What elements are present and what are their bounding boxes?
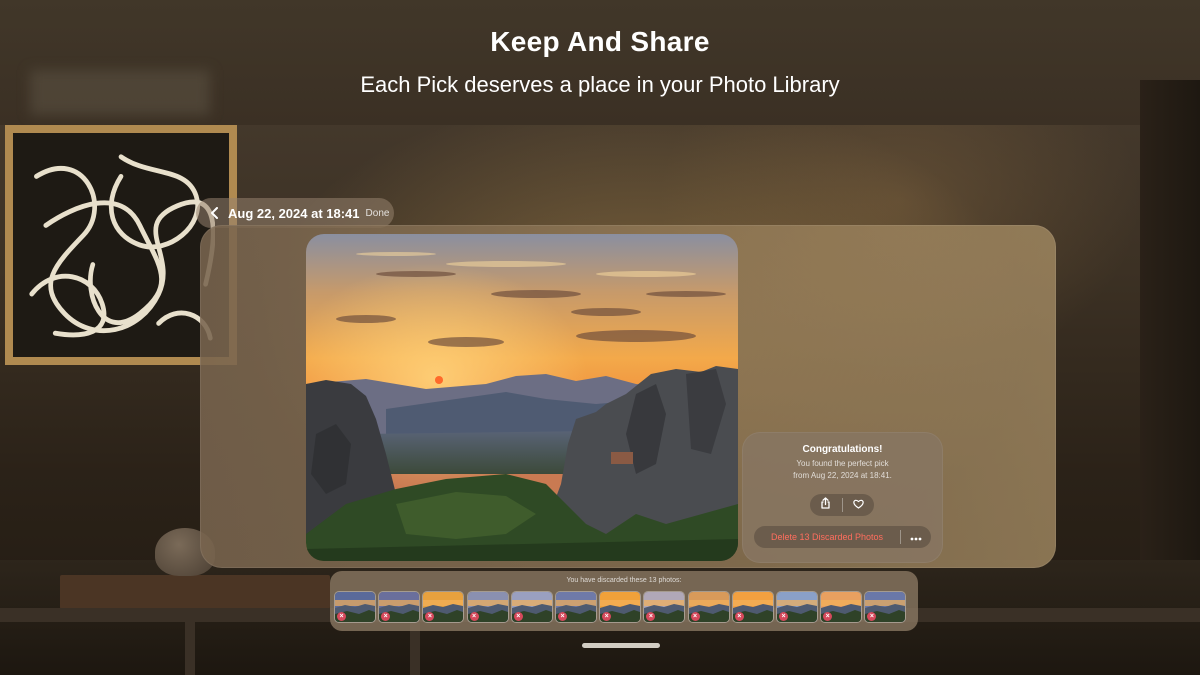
tray [60, 575, 330, 609]
discarded-thumbnail[interactable]: × [423, 592, 464, 622]
page-subtitle: Each Pick deserves a place in your Photo… [360, 72, 840, 97]
discarded-thumbnail[interactable]: × [556, 592, 596, 622]
discarded-thumbnail[interactable]: × [865, 592, 906, 622]
card-message: You found the perfect pick from Aug 22, … [742, 458, 943, 482]
chevron-left-icon[interactable] [206, 204, 224, 222]
discard-x-icon: × [779, 612, 788, 621]
more-options-button[interactable] [901, 526, 931, 548]
delete-discarded-button[interactable]: Delete 13 Discarded Photos [754, 532, 900, 542]
discard-x-icon: × [337, 612, 346, 621]
discarded-photos-strip: You have discarded these 13 photos: × × × ×… [330, 571, 918, 631]
delete-row: Delete 13 Discarded Photos [754, 526, 931, 548]
discard-x-icon: × [690, 612, 700, 621]
discarded-thumbnail[interactable]: × [467, 592, 508, 622]
card-message-line1: You found the perfect pick [796, 459, 889, 468]
discarded-label: You have discarded these 13 photos: [566, 577, 682, 584]
heart-icon [853, 496, 864, 514]
discarded-thumbnail[interactable]: × [379, 592, 420, 622]
date-navigation-pill: Aug 22, 2024 at 18:41 Done [196, 198, 394, 228]
discarded-thumbnail[interactable]: × [821, 592, 862, 622]
discarded-thumbnails: × × × × × × × × × × × × × [335, 592, 915, 626]
photo-date: Aug 22, 2024 at 18:41 [228, 205, 360, 221]
share-button[interactable] [810, 494, 842, 516]
congratulations-card: Congratulations! You found the perfect p… [742, 432, 943, 563]
discarded-thumbnail[interactable]: × [777, 592, 817, 622]
discard-x-icon: × [469, 612, 479, 621]
discarded-thumbnail[interactable]: × [511, 592, 552, 622]
share-icon [820, 496, 831, 514]
discard-x-icon: × [558, 612, 567, 621]
right-wall [1140, 80, 1200, 560]
favorite-button[interactable] [843, 494, 875, 516]
discarded-thumbnail[interactable]: × [688, 592, 729, 622]
photo-actions [810, 494, 874, 516]
ellipsis-icon [910, 528, 922, 546]
home-indicator[interactable] [582, 643, 660, 648]
card-title: Congratulations! [802, 444, 883, 455]
discard-x-icon: × [734, 612, 744, 621]
selected-photo[interactable] [306, 234, 738, 561]
discard-x-icon: × [513, 612, 523, 621]
card-message-line2: from Aug 22, 2024 at 18:41. [793, 471, 892, 480]
discarded-thumbnail[interactable]: × [335, 592, 375, 622]
discarded-thumbnail[interactable]: × [600, 592, 641, 622]
shelf-leg [185, 620, 195, 675]
done-button[interactable]: Done [366, 208, 390, 219]
discarded-thumbnail[interactable]: × [644, 592, 685, 622]
discarded-thumbnail[interactable]: × [732, 592, 773, 622]
page-title: Keep And Share [490, 26, 710, 57]
